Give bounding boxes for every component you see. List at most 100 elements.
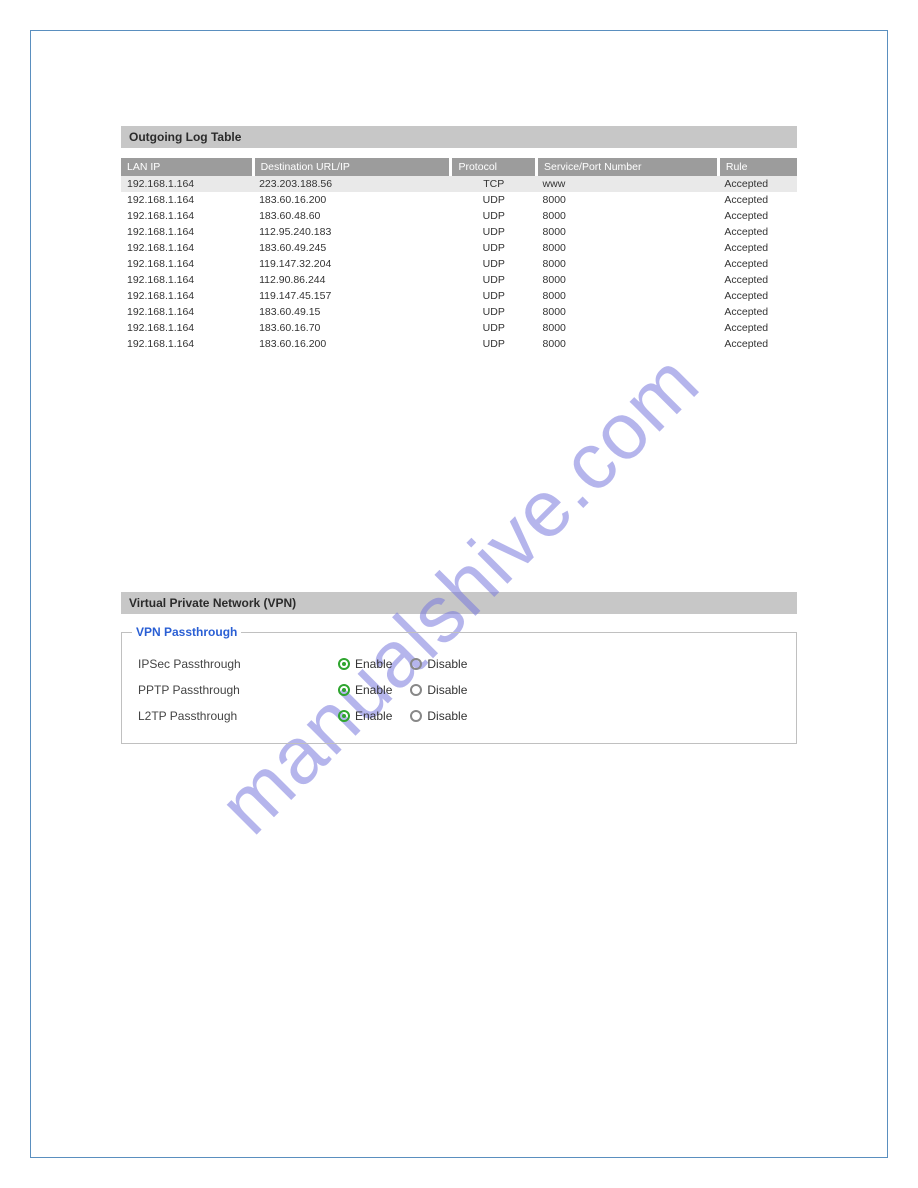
table-row: 192.168.1.164183.60.16.200UDP8000Accepte…	[121, 336, 797, 352]
cell-dest: 119.147.45.157	[253, 288, 451, 304]
col-header-dest: Destination URL/IP	[253, 158, 451, 176]
cell-proto: UDP	[451, 192, 537, 208]
radio-disable-label: Disable	[427, 709, 467, 723]
page-frame: manualshive.com Outgoing Log Table LAN I…	[30, 30, 888, 1158]
cell-port: 8000	[537, 208, 719, 224]
vpn-row: PPTP Passthrough Enable Disable	[138, 677, 780, 703]
table-row: 192.168.1.164112.90.86.244UDP8000Accepte…	[121, 272, 797, 288]
cell-lan: 192.168.1.164	[121, 192, 253, 208]
cell-rule: Accepted	[718, 240, 797, 256]
vpn-section: Virtual Private Network (VPN) VPN Passth…	[121, 592, 797, 744]
cell-port: 8000	[537, 336, 719, 352]
cell-dest: 183.60.48.60	[253, 208, 451, 224]
col-header-rule: Rule	[718, 158, 797, 176]
cell-lan: 192.168.1.164	[121, 176, 253, 192]
table-row: 192.168.1.164119.147.32.204UDP8000Accept…	[121, 256, 797, 272]
vpn-passthrough-group: VPN Passthrough IPSec PassthroughEnableD…	[121, 632, 797, 744]
cell-dest: 183.60.16.200	[253, 192, 451, 208]
cell-lan: 192.168.1.164	[121, 272, 253, 288]
col-header-proto: Protocol	[451, 158, 537, 176]
vpn-section-title: Virtual Private Network (VPN)	[121, 592, 797, 614]
table-row: 192.168.1.164183.60.49.15UDP8000Accepted	[121, 304, 797, 320]
cell-port: www	[537, 176, 719, 192]
radio-icon	[410, 710, 422, 722]
cell-port: 8000	[537, 240, 719, 256]
radio-enable-label: Enable	[355, 683, 392, 697]
table-row: 192.168.1.164223.203.188.56TCPwwwAccepte…	[121, 176, 797, 192]
cell-rule: Accepted	[718, 288, 797, 304]
cell-proto: UDP	[451, 272, 537, 288]
cell-lan: 192.168.1.164	[121, 224, 253, 240]
cell-port: 8000	[537, 288, 719, 304]
cell-dest: 119.147.32.204	[253, 256, 451, 272]
radio-enable[interactable]: Enable	[338, 657, 392, 671]
radio-icon	[338, 658, 350, 670]
table-row: 192.168.1.164183.60.16.200UDP8000Accepte…	[121, 192, 797, 208]
outgoing-log-table: LAN IP Destination URL/IP Protocol Servi…	[121, 158, 797, 352]
radio-icon	[338, 710, 350, 722]
cell-lan: 192.168.1.164	[121, 320, 253, 336]
cell-dest: 183.60.16.200	[253, 336, 451, 352]
cell-port: 8000	[537, 192, 719, 208]
cell-rule: Accepted	[718, 320, 797, 336]
cell-proto: UDP	[451, 288, 537, 304]
cell-rule: Accepted	[718, 272, 797, 288]
table-header-row: LAN IP Destination URL/IP Protocol Servi…	[121, 158, 797, 176]
cell-lan: 192.168.1.164	[121, 240, 253, 256]
log-section-title: Outgoing Log Table	[121, 126, 797, 148]
cell-rule: Accepted	[718, 208, 797, 224]
col-header-lan: LAN IP	[121, 158, 253, 176]
col-header-port: Service/Port Number	[537, 158, 719, 176]
cell-port: 8000	[537, 256, 719, 272]
cell-rule: Accepted	[718, 336, 797, 352]
cell-proto: UDP	[451, 304, 537, 320]
radio-icon	[410, 684, 422, 696]
cell-lan: 192.168.1.164	[121, 304, 253, 320]
cell-rule: Accepted	[718, 224, 797, 240]
radio-disable[interactable]: Disable	[410, 709, 467, 723]
cell-proto: UDP	[451, 256, 537, 272]
vpn-row: IPSec Passthrough Enable Disable	[138, 651, 780, 677]
cell-dest: 183.60.49.245	[253, 240, 451, 256]
cell-port: 8000	[537, 320, 719, 336]
cell-proto: UDP	[451, 336, 537, 352]
cell-rule: Accepted	[718, 304, 797, 320]
radio-disable[interactable]: Disable	[410, 683, 467, 697]
cell-port: 8000	[537, 224, 719, 240]
radio-icon	[338, 684, 350, 696]
radio-disable[interactable]: Disable	[410, 657, 467, 671]
table-row: 192.168.1.164119.147.45.157UDP8000Accept…	[121, 288, 797, 304]
cell-proto: UDP	[451, 224, 537, 240]
table-row: 192.168.1.164183.60.48.60UDP8000Accepted	[121, 208, 797, 224]
cell-lan: 192.168.1.164	[121, 288, 253, 304]
vpn-row-label: IPSec Passthrough	[138, 657, 338, 671]
cell-dest: 112.90.86.244	[253, 272, 451, 288]
vpn-row-label: PPTP Passthrough	[138, 683, 338, 697]
radio-enable[interactable]: Enable	[338, 709, 392, 723]
vpn-row: L2TP Passthrough Enable Disable	[138, 703, 780, 729]
vpn-legend: VPN Passthrough	[132, 625, 241, 639]
cell-lan: 192.168.1.164	[121, 208, 253, 224]
cell-dest: 183.60.16.70	[253, 320, 451, 336]
table-row: 192.168.1.164183.60.16.70UDP8000Accepted	[121, 320, 797, 336]
cell-dest: 183.60.49.15	[253, 304, 451, 320]
radio-disable-label: Disable	[427, 683, 467, 697]
cell-rule: Accepted	[718, 256, 797, 272]
cell-rule: Accepted	[718, 192, 797, 208]
cell-port: 8000	[537, 272, 719, 288]
vpn-row-label: L2TP Passthrough	[138, 709, 338, 723]
cell-dest: 223.203.188.56	[253, 176, 451, 192]
radio-enable-label: Enable	[355, 709, 392, 723]
radio-enable-label: Enable	[355, 657, 392, 671]
radio-enable[interactable]: Enable	[338, 683, 392, 697]
cell-proto: UDP	[451, 208, 537, 224]
cell-port: 8000	[537, 304, 719, 320]
cell-dest: 112.95.240.183	[253, 224, 451, 240]
radio-icon	[410, 658, 422, 670]
table-row: 192.168.1.164112.95.240.183UDP8000Accept…	[121, 224, 797, 240]
radio-disable-label: Disable	[427, 657, 467, 671]
table-row: 192.168.1.164183.60.49.245UDP8000Accepte…	[121, 240, 797, 256]
cell-proto: UDP	[451, 320, 537, 336]
cell-proto: UDP	[451, 240, 537, 256]
cell-rule: Accepted	[718, 176, 797, 192]
